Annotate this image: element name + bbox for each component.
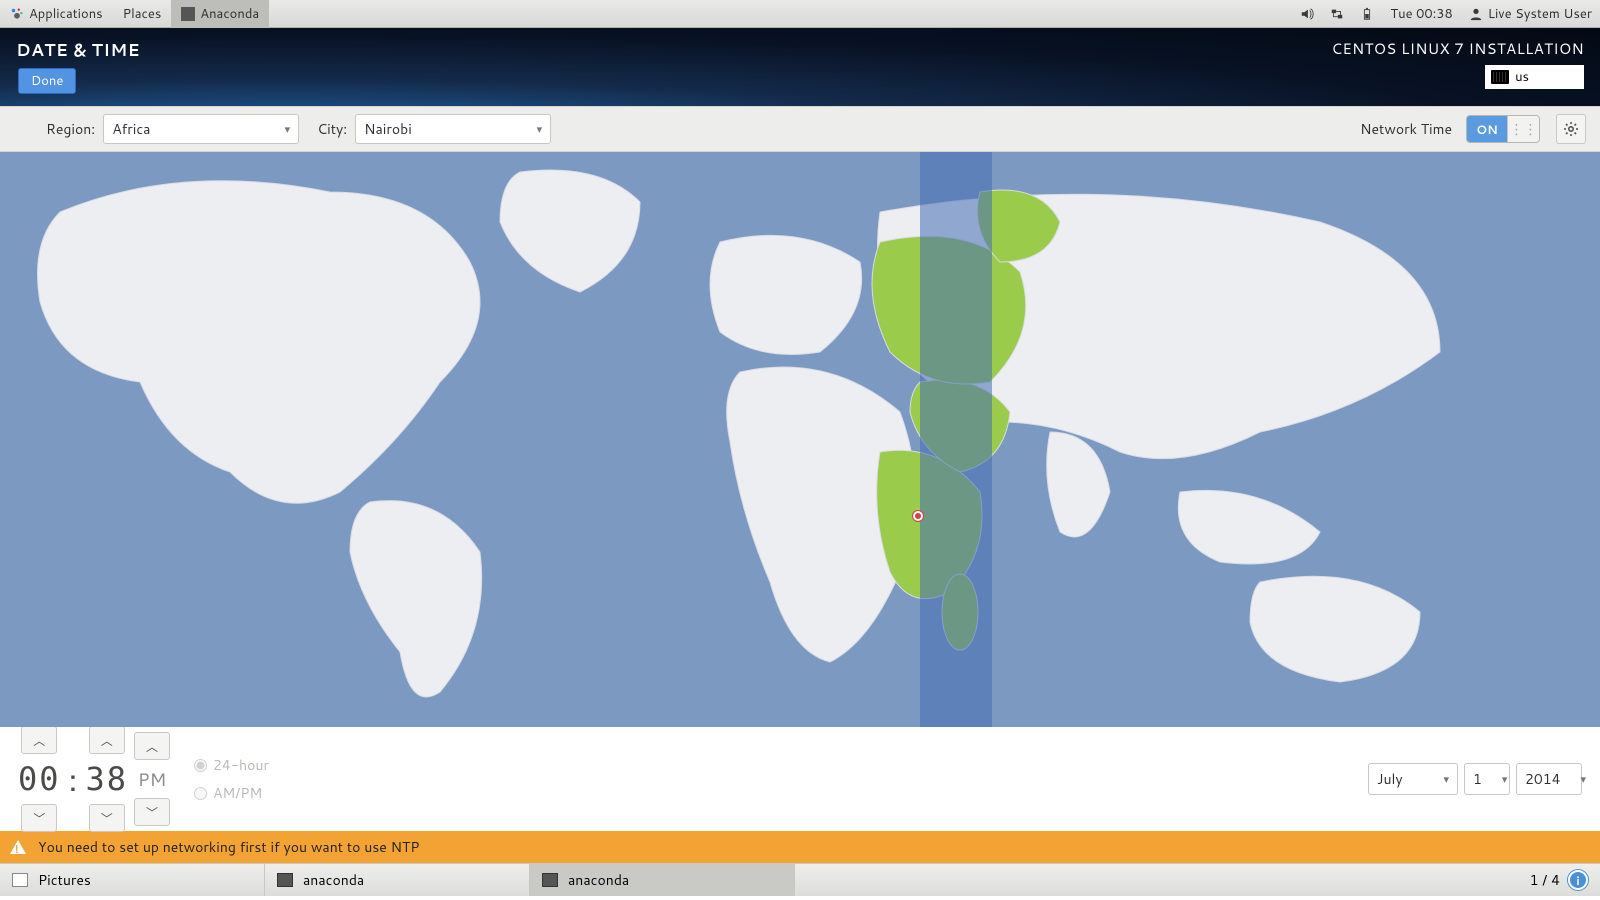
clock-text: Tue 00:38 bbox=[1390, 5, 1452, 23]
month-value: July bbox=[1377, 769, 1403, 789]
gnome-foot-icon bbox=[10, 7, 24, 21]
active-app-indicator[interactable]: Anaconda bbox=[171, 0, 269, 28]
hours-value: 00 bbox=[18, 760, 61, 798]
time-block: ︿ 00 ﹀ : ︿ 38 ﹀ ︿ PM ﹀ 24-hour AM/PM bbox=[18, 726, 269, 832]
battery-icon[interactable] bbox=[1352, 0, 1382, 28]
keyboard-icon bbox=[1491, 70, 1509, 84]
toggle-on-label: ON bbox=[1467, 116, 1507, 142]
region-bar: Region: Africa ▾ City: Nairobi ▾ Network… bbox=[0, 106, 1600, 152]
day-value: 1 bbox=[1473, 769, 1482, 789]
applications-label: Applications bbox=[29, 5, 103, 23]
window-icon bbox=[542, 873, 558, 887]
chevron-down-icon: ▾ bbox=[517, 121, 543, 137]
bottom-taskbar: Pictures anaconda anaconda 1 / 4 i bbox=[0, 863, 1600, 896]
selected-timezone-band bbox=[920, 152, 992, 727]
places-label: Places bbox=[123, 5, 162, 23]
time-colon: : bbox=[67, 757, 80, 802]
chevron-down-icon: ▾ bbox=[1423, 771, 1449, 787]
window-icon bbox=[12, 873, 28, 887]
time-date-row: ︿ 00 ﹀ : ︿ 38 ﹀ ︿ PM ﹀ 24-hour AM/PM Jul… bbox=[0, 727, 1600, 831]
volume-icon[interactable] bbox=[1292, 0, 1322, 28]
hours-down-button[interactable]: ﹀ bbox=[21, 804, 57, 832]
gear-icon bbox=[1563, 121, 1579, 137]
radio-ampm[interactable]: AM/PM bbox=[194, 783, 269, 803]
taskbar-item-label: anaconda bbox=[568, 870, 629, 890]
minutes-value: 38 bbox=[85, 760, 128, 798]
workspace-text: 1 / 4 bbox=[1530, 870, 1560, 890]
workspace-indicator[interactable]: 1 / 4 i bbox=[1518, 864, 1600, 896]
install-title: CENTOS LINUX 7 INSTALLATION bbox=[1331, 38, 1584, 59]
keyboard-layout-text: us bbox=[1515, 68, 1529, 86]
keyboard-layout-indicator[interactable]: us bbox=[1485, 65, 1584, 89]
day-select[interactable]: 1▾ bbox=[1464, 763, 1510, 795]
warning-text: You need to set up networking first if y… bbox=[38, 837, 419, 857]
active-app-label: Anaconda bbox=[200, 5, 259, 23]
taskbar-item-pictures[interactable]: Pictures bbox=[0, 864, 265, 896]
ampm-value: PM bbox=[138, 766, 166, 792]
radio-24hour[interactable]: 24-hour bbox=[194, 755, 269, 775]
radio-ampm-label: AM/PM bbox=[213, 783, 262, 803]
taskbar-item-anaconda-1[interactable]: anaconda bbox=[265, 864, 530, 896]
user-icon bbox=[1469, 7, 1483, 21]
date-selects: July▾ 1▾ 2014▾ bbox=[1368, 763, 1582, 795]
timezone-map[interactable] bbox=[0, 152, 1600, 727]
ampm-up-button[interactable]: ︿ bbox=[134, 732, 170, 760]
applications-menu[interactable]: Applications bbox=[0, 0, 113, 28]
world-map-svg bbox=[0, 152, 1600, 727]
done-button[interactable]: Done bbox=[18, 68, 76, 94]
chevron-down-icon: ▾ bbox=[1482, 771, 1508, 787]
user-label: Live System User bbox=[1488, 5, 1592, 23]
region-value: Africa bbox=[112, 119, 150, 139]
network-time-label: Network Time bbox=[1360, 119, 1452, 139]
year-value: 2014 bbox=[1525, 769, 1561, 789]
time-format-radios: 24-hour AM/PM bbox=[194, 755, 269, 803]
region-select[interactable]: Africa ▾ bbox=[103, 114, 299, 144]
network-time-settings-button[interactable] bbox=[1556, 114, 1586, 144]
hours-up-button[interactable]: ︿ bbox=[21, 726, 57, 754]
taskbar-item-label: Pictures bbox=[38, 870, 91, 890]
taskbar-item-label: anaconda bbox=[303, 870, 364, 890]
ampm-down-button[interactable]: ﹀ bbox=[134, 798, 170, 826]
region-label: Region: bbox=[46, 119, 95, 139]
page-title: DATE & TIME bbox=[16, 38, 140, 62]
anaconda-header: DATE & TIME Done CENTOS LINUX 7 INSTALLA… bbox=[0, 28, 1600, 106]
network-time-toggle[interactable]: ON ⋮⋮ bbox=[1466, 115, 1540, 143]
selected-city-marker bbox=[913, 511, 923, 521]
window-icon bbox=[277, 873, 293, 887]
clock[interactable]: Tue 00:38 bbox=[1382, 0, 1460, 28]
toggle-knob: ⋮⋮ bbox=[1507, 116, 1539, 142]
month-select[interactable]: July ▾ bbox=[1368, 763, 1458, 795]
network-icon[interactable] bbox=[1322, 0, 1352, 28]
year-select[interactable]: 2014▾ bbox=[1516, 763, 1582, 795]
workspace-badge-icon: i bbox=[1568, 870, 1588, 890]
taskbar-item-anaconda-2[interactable]: anaconda bbox=[530, 864, 795, 896]
minutes-up-button[interactable]: ︿ bbox=[89, 726, 125, 754]
city-select[interactable]: Nairobi ▾ bbox=[355, 114, 551, 144]
anaconda-app-icon bbox=[181, 7, 195, 21]
city-value: Nairobi bbox=[364, 119, 412, 139]
gnome-top-panel: Applications Places Anaconda Tue 00:38 L… bbox=[0, 0, 1600, 28]
places-menu[interactable]: Places bbox=[113, 0, 172, 28]
chevron-down-icon: ▾ bbox=[265, 121, 291, 137]
warning-bar: You need to set up networking first if y… bbox=[0, 831, 1600, 863]
city-label: City: bbox=[317, 119, 347, 139]
user-menu[interactable]: Live System User bbox=[1461, 0, 1600, 28]
warning-icon bbox=[10, 840, 26, 854]
minutes-down-button[interactable]: ﹀ bbox=[89, 804, 125, 832]
chevron-down-icon: ▾ bbox=[1561, 771, 1587, 787]
radio-24hour-label: 24-hour bbox=[213, 755, 269, 775]
